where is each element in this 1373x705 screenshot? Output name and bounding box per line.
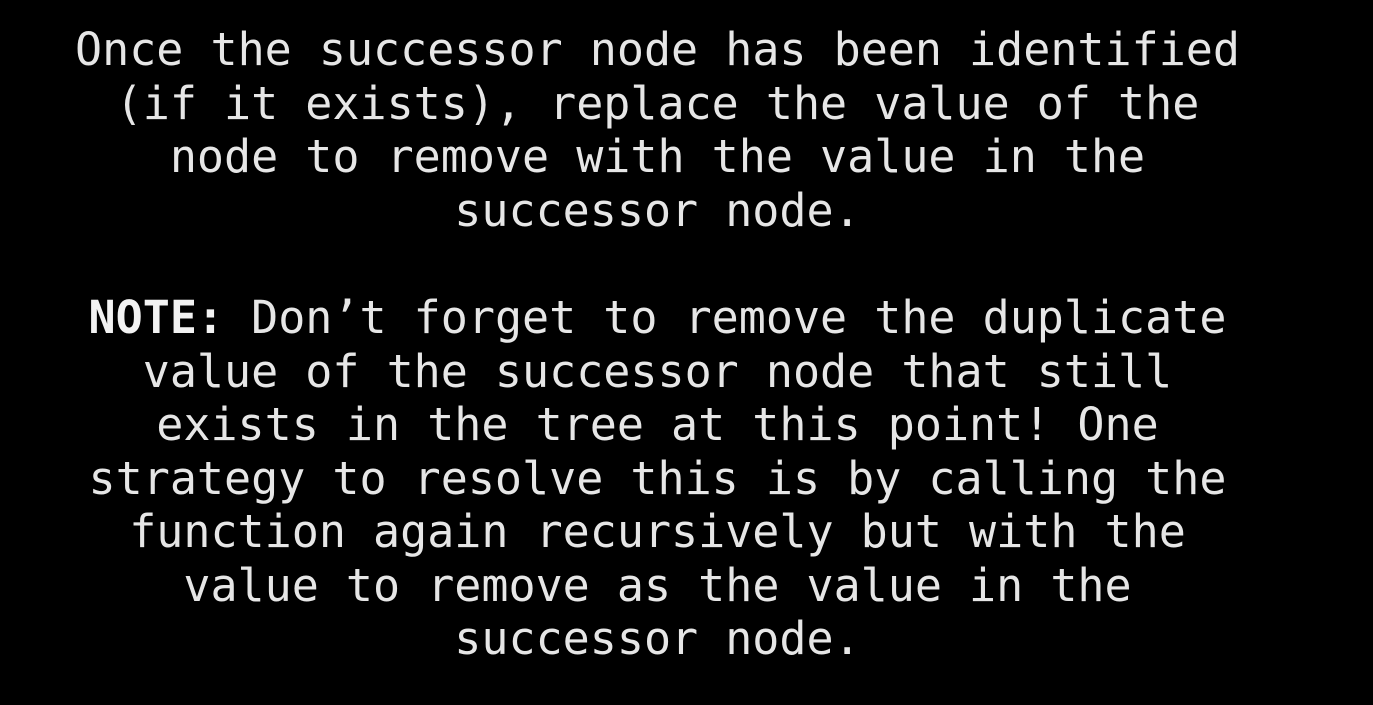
text-line: value to remove as the value in the [183, 558, 1132, 612]
text-line: successor node. [454, 183, 861, 237]
text-line: value of the successor node that still [142, 344, 1173, 398]
instruction-paragraph: Once the successor node has been identif… [0, 23, 1315, 237]
text-line: strategy to resolve this is by calling t… [88, 451, 1227, 505]
note-label: NOTE: [88, 291, 225, 344]
text-line: Once the successor node has been identif… [75, 23, 1240, 76]
note-first-line: NOTE: Don’t forget to remove the duplica… [0, 291, 1315, 345]
slide: Once the successor node has been identif… [0, 0, 1373, 705]
text-line: node to remove with the value in the [169, 130, 1146, 183]
text-line: function again recursively but with the [129, 505, 1186, 558]
note-paragraph: NOTE: Don’t forget to remove the duplica… [0, 291, 1315, 666]
text-line: (if it exists), replace the value of the [115, 76, 1200, 130]
note-first-line-text: Don’t forget to remove the duplicate [224, 291, 1227, 344]
text-line: exists in the tree at this point! One [156, 398, 1159, 451]
text-line: successor node. [454, 612, 861, 665]
